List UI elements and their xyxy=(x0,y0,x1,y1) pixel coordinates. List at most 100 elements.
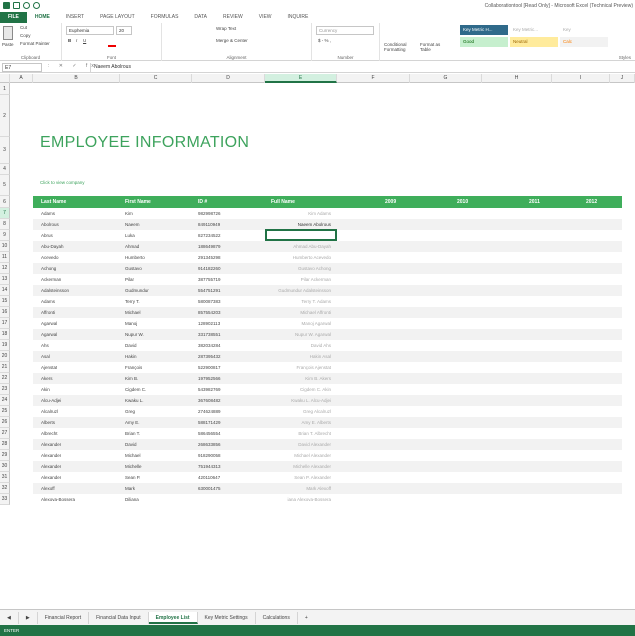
cell-first-name[interactable]: Hakin xyxy=(125,351,137,362)
cell-last-name[interactable]: Acevedo xyxy=(41,252,59,263)
cell-style-key[interactable]: Key xyxy=(560,25,608,35)
header-2009[interactable]: 2009 xyxy=(385,196,396,208)
cell-full-name[interactable]: Kwaku L. Alcu-Adjei xyxy=(261,395,331,406)
row-header[interactable]: 9 xyxy=(0,230,10,241)
cell-id[interactable]: 331738551 xyxy=(198,329,221,340)
header-2011[interactable]: 2011 xyxy=(529,196,540,208)
cell-full-name[interactable]: David Alexander xyxy=(261,439,331,450)
save-icon[interactable] xyxy=(13,2,20,9)
cell-id[interactable]: 630001475 xyxy=(198,483,221,494)
cell-id[interactable]: 554751291 xyxy=(198,285,221,296)
cell-full-name[interactable]: Mark Alexoff xyxy=(261,483,331,494)
row-header[interactable]: 27 xyxy=(0,428,10,439)
row-header[interactable]: 24 xyxy=(0,395,10,406)
undo-icon[interactable] xyxy=(23,2,30,9)
cell-last-name[interactable]: Alexander xyxy=(41,472,61,483)
row-header[interactable]: 10 xyxy=(0,241,10,252)
cell-last-name[interactable]: Alcalruzl xyxy=(41,406,58,417)
tab-file[interactable]: FILE xyxy=(0,12,27,23)
cell-last-name[interactable]: Adams xyxy=(41,208,55,219)
cell-id[interactable]: 827234522 xyxy=(198,230,221,241)
sheet-tab-financial-data-input[interactable]: Financial Data Input xyxy=(89,611,149,624)
cell-first-name[interactable]: Amy E. xyxy=(125,417,140,428)
cell-full-name[interactable]: Brian T. Albrecht xyxy=(261,428,331,439)
cell-first-name[interactable]: Kim xyxy=(125,208,133,219)
cell-first-name[interactable]: Naeem xyxy=(125,219,140,230)
merge-center-button[interactable]: Merge & Center xyxy=(216,38,248,43)
cell-id[interactable]: 420110647 xyxy=(198,472,220,483)
tab-inquire[interactable]: INQUIRE xyxy=(280,12,317,23)
cell-first-name[interactable]: Kwaku L. xyxy=(125,395,144,406)
cell-full-name[interactable]: David Ahs xyxy=(261,340,331,351)
cell-first-name[interactable]: Manoj xyxy=(125,318,137,329)
cell-full-name[interactable]: Nupur W. Agarwal xyxy=(261,329,331,340)
cell-last-name[interactable]: Adalsteinsson xyxy=(41,285,69,296)
cell-first-name[interactable]: Michael xyxy=(125,450,141,461)
cell-id[interactable]: 291345298 xyxy=(198,252,221,263)
col-header-e[interactable]: E xyxy=(265,74,337,83)
header-id[interactable]: ID # xyxy=(198,196,207,208)
cell-id[interactable]: 268633856 xyxy=(198,439,221,450)
row-header[interactable]: 32 xyxy=(0,483,10,494)
col-header-c[interactable]: C xyxy=(120,74,192,83)
row-header[interactable]: 6 xyxy=(0,196,10,208)
cell-first-name[interactable]: Kim B. xyxy=(125,373,138,384)
cell-id[interactable]: 580087383 xyxy=(198,296,221,307)
cell-id[interactable]: 522900817 xyxy=(198,362,221,373)
cell-last-name[interactable]: Alexoff xyxy=(41,483,55,494)
cell-first-name[interactable]: Gustavo xyxy=(125,263,142,274)
cell-full-name[interactable]: Hakin Asal xyxy=(261,351,331,362)
wrap-text-button[interactable]: Wrap Text xyxy=(216,26,236,31)
sheet-tab-employee-list[interactable]: Employee List xyxy=(148,611,198,624)
cell-last-name[interactable]: Alexander xyxy=(41,450,61,461)
cut-button[interactable]: Cut xyxy=(20,25,27,30)
cell-id[interactable]: 387755719 xyxy=(198,274,221,285)
cell-first-name[interactable]: Gudmundur xyxy=(125,285,149,296)
header-first-name[interactable]: First Name xyxy=(125,196,151,208)
paste-icon[interactable] xyxy=(3,26,13,40)
cell-first-name[interactable]: Brian T. xyxy=(125,428,140,439)
view-company-link[interactable]: Click to view company xyxy=(40,180,85,185)
row-header[interactable]: 18 xyxy=(0,329,10,340)
col-header-j[interactable]: J xyxy=(610,74,635,83)
cell-id[interactable]: 982998726 xyxy=(198,208,221,219)
formula-input[interactable]: Naeem Abolrous xyxy=(90,63,630,72)
row-header[interactable]: 23 xyxy=(0,384,10,395)
cell-last-name[interactable]: Alcu-Adjei xyxy=(41,395,61,406)
row-header[interactable]: 33 xyxy=(0,494,10,505)
header-last-name[interactable]: Last Name xyxy=(41,196,66,208)
cell-full-name[interactable]: Manoj Agarwal xyxy=(261,318,331,329)
cell-id[interactable]: 543982769 xyxy=(198,384,221,395)
row-header[interactable]: 4 xyxy=(0,164,10,175)
name-box[interactable]: E7 xyxy=(2,63,42,72)
cell-id[interactable]: 274624889 xyxy=(198,406,221,417)
row-header[interactable]: 29 xyxy=(0,450,10,461)
font-size-select[interactable]: 20 xyxy=(116,26,132,35)
sheet-tab-calculations[interactable]: Calculations xyxy=(256,611,298,624)
font-name-select[interactable]: Euphemia xyxy=(66,26,114,35)
cell-last-name[interactable]: Adams xyxy=(41,296,55,307)
row-header[interactable]: 19 xyxy=(0,340,10,351)
row-header[interactable]: 11 xyxy=(0,252,10,263)
cell-full-name[interactable]: Michael Alexander xyxy=(261,450,331,461)
row-header[interactable]: 30 xyxy=(0,461,10,472)
tab-formulas[interactable]: FORMULAS xyxy=(143,12,187,23)
paste-button[interactable]: Paste xyxy=(2,42,14,47)
cell-full-name[interactable]: Kim B. Akers xyxy=(261,373,331,384)
col-header-d[interactable]: D xyxy=(192,74,265,83)
cell-first-name[interactable]: Terry T. xyxy=(125,296,140,307)
cell-id[interactable]: 914182260 xyxy=(198,263,221,274)
cell-id[interactable]: 586456554 xyxy=(198,428,221,439)
cell-style-good[interactable]: Good xyxy=(460,37,508,47)
cell-last-name[interactable]: Abu-Dayah xyxy=(41,241,64,252)
col-header-f[interactable]: F xyxy=(337,74,410,83)
cell-last-name[interactable]: Akers xyxy=(41,373,53,384)
cell-full-name[interactable]: Gudmundur Adalsteinsson xyxy=(261,285,331,296)
conditional-formatting-button[interactable]: Conditional Formatting xyxy=(384,42,416,52)
cell-id[interactable]: 188649879 xyxy=(198,241,221,252)
header-2012[interactable]: 2012 xyxy=(586,196,597,208)
cell-id[interactable]: 287395432 xyxy=(198,351,221,362)
cell-first-name[interactable]: Greg xyxy=(125,406,135,417)
col-header-b[interactable]: B xyxy=(33,74,120,83)
tab-data[interactable]: DATA xyxy=(186,12,215,23)
